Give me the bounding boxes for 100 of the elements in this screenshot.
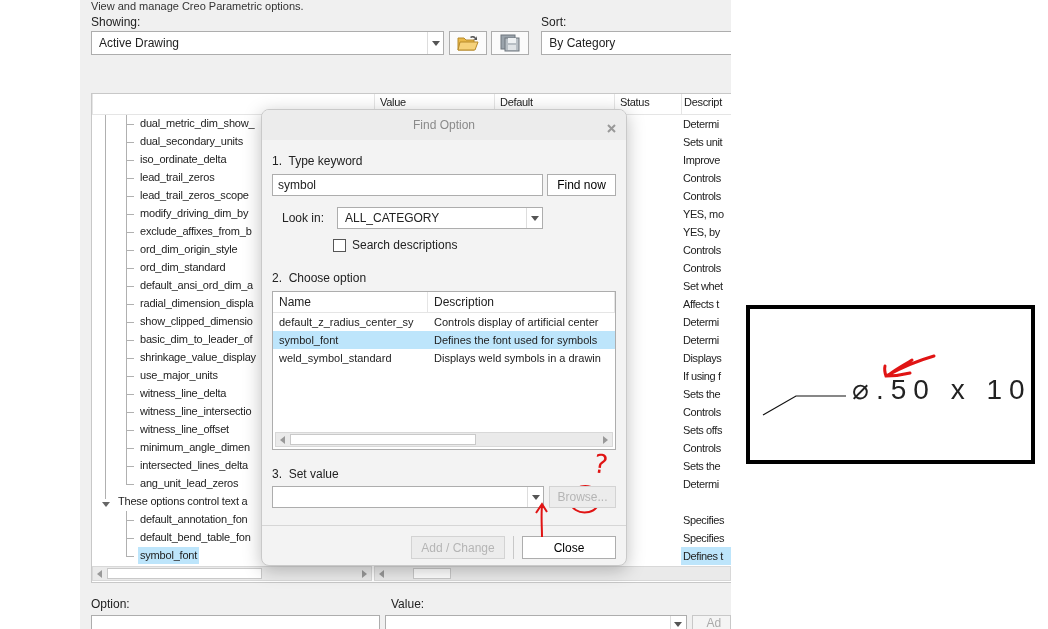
option-description: Determi bbox=[682, 333, 720, 349]
option-name[interactable]: lead_trail_zeros_scope bbox=[138, 187, 251, 205]
option-description: Controls bbox=[682, 405, 722, 421]
column-header[interactable]: Descript bbox=[681, 94, 731, 115]
option-name[interactable]: witness_line_intersectio bbox=[138, 403, 254, 421]
option-name[interactable]: dual_secondary_units bbox=[138, 133, 246, 151]
column-header[interactable]: Name bbox=[273, 292, 428, 312]
option-description: Controls bbox=[682, 441, 722, 457]
option-name[interactable]: default_ansi_ord_dim_a bbox=[138, 277, 256, 295]
option-name[interactable]: witness_line_delta bbox=[138, 385, 229, 403]
dimension-text: ⌀.50 x 10 bbox=[852, 375, 1032, 405]
option-name[interactable]: lead_trail_zeros bbox=[138, 169, 217, 187]
column-header[interactable]: Description bbox=[428, 292, 615, 312]
result-row[interactable]: weld_symbol_standard Displays weld symbols in a drawin bbox=[273, 349, 615, 367]
close-icon[interactable] bbox=[607, 124, 616, 134]
option-description: Improve bbox=[682, 153, 721, 169]
option-description: YES, mo bbox=[682, 207, 725, 223]
step-label: 1. Type keyword bbox=[272, 154, 364, 168]
scroll-left-icon[interactable] bbox=[97, 569, 102, 578]
caret-icon bbox=[530, 215, 539, 221]
checkbox-label[interactable]: Search descriptions bbox=[352, 236, 458, 254]
option-name[interactable]: minimum_angle_dimen bbox=[138, 439, 252, 457]
group-label[interactable]: These options control text a bbox=[118, 493, 248, 511]
option-name[interactable]: intersected_lines_delta bbox=[138, 457, 250, 475]
field-label: Option: bbox=[91, 597, 131, 611]
showing-dropdown[interactable]: Active Drawing bbox=[91, 31, 445, 55]
value-dropdown[interactable] bbox=[272, 486, 544, 508]
option-name[interactable]: shrinkage_value_display bbox=[138, 349, 258, 367]
option-input[interactable] bbox=[91, 615, 380, 629]
option-name[interactable]: ord_dim_standard bbox=[138, 259, 228, 277]
option-name[interactable]: ang_unit_lead_zeros bbox=[138, 475, 241, 493]
option-description: Controls bbox=[682, 261, 722, 277]
description-text: View and manage Creo Parametric options. bbox=[91, 0, 305, 13]
dialog-title: Find Option bbox=[412, 117, 475, 134]
option-name[interactable]: exclude_affixes_from_b bbox=[138, 223, 254, 241]
result-description: Defines the font used for symbols bbox=[433, 333, 599, 348]
option-description: Specifies bbox=[682, 531, 726, 546]
scroll-right-icon[interactable] bbox=[603, 435, 608, 444]
result-row[interactable]: symbol_font Defines the font used for symbols bbox=[273, 331, 615, 349]
option-description: Set whet bbox=[682, 279, 724, 295]
hand-drawn-arrow bbox=[535, 503, 548, 538]
sort-dropdown[interactable]: By Category bbox=[541, 31, 731, 55]
option-name[interactable]: show_clipped_dimensio bbox=[138, 313, 255, 331]
field-label: Showing: bbox=[91, 14, 142, 30]
option-description: Controls bbox=[682, 189, 722, 205]
option-name[interactable]: iso_ordinate_delta bbox=[138, 151, 229, 169]
horizontal-scrollbar[interactable] bbox=[275, 432, 613, 447]
option-name[interactable]: default_bend_table_fon bbox=[138, 529, 253, 546]
option-name[interactable]: modify_driving_dim_by bbox=[138, 205, 251, 223]
result-name: symbol_font bbox=[278, 333, 340, 348]
expander-icon[interactable] bbox=[102, 501, 110, 508]
caret-icon bbox=[531, 494, 540, 500]
step-label: 3. Set value bbox=[272, 467, 340, 481]
option-description: Controls bbox=[682, 243, 722, 259]
result-row[interactable]: default_z_radius_center_sy Controls display of artificial center bbox=[273, 313, 615, 331]
option-name[interactable]: symbol_font bbox=[138, 547, 200, 564]
option-description: Sets the bbox=[682, 459, 722, 475]
option-description: Affects t bbox=[682, 297, 721, 313]
result-description: Displays weld symbols in a drawin bbox=[433, 351, 602, 366]
save-button[interactable] bbox=[491, 31, 530, 55]
option-description: If using f bbox=[682, 369, 722, 385]
option-name[interactable]: ord_dim_origin_style bbox=[138, 241, 240, 259]
hand-drawn-arrow bbox=[883, 354, 936, 378]
field-label: Look in: bbox=[282, 210, 326, 227]
option-name[interactable]: witness_line_offset bbox=[138, 421, 231, 439]
field-label: Sort: bbox=[541, 14, 567, 30]
floppy-disk-icon bbox=[500, 34, 521, 52]
option-description: Determi bbox=[682, 117, 720, 133]
result-name: weld_symbol_standard bbox=[278, 351, 393, 366]
find-now-button[interactable]: Find now bbox=[547, 174, 616, 196]
option-description: Sets unit bbox=[682, 135, 724, 151]
option-name[interactable]: default_annotation_fon bbox=[138, 511, 250, 528]
option-description: Controls bbox=[682, 171, 722, 187]
look-in-dropdown[interactable]: ALL_CATEGORY bbox=[337, 207, 543, 229]
option-description: Specifies bbox=[682, 513, 726, 528]
option-description: Displays bbox=[682, 351, 723, 367]
scroll-left-icon[interactable] bbox=[378, 569, 384, 578]
keyword-input[interactable]: symbol bbox=[272, 174, 543, 196]
option-description: Defines t bbox=[681, 547, 731, 565]
option-name[interactable]: basic_dim_to_leader_of bbox=[138, 331, 255, 349]
open-button[interactable] bbox=[449, 31, 488, 55]
scroll-right-icon[interactable] bbox=[361, 569, 367, 578]
option-description: Sets offs bbox=[682, 423, 723, 439]
option-description: Determi bbox=[682, 315, 720, 331]
option-name[interactable]: use_major_units bbox=[138, 367, 220, 385]
scroll-left-icon[interactable] bbox=[280, 435, 285, 444]
scrollbar-thumb[interactable] bbox=[107, 568, 262, 579]
folder-icon bbox=[457, 34, 480, 52]
horizontal-scrollbar[interactable] bbox=[92, 566, 372, 581]
checkbox[interactable] bbox=[333, 238, 346, 252]
value-dropdown[interactable] bbox=[384, 615, 687, 629]
option-name[interactable]: dual_metric_dim_show_ bbox=[138, 115, 257, 133]
step-label: 2. Choose option bbox=[272, 271, 368, 285]
close-button[interactable]: Close bbox=[522, 536, 616, 559]
result-description: Controls display of artificial center bbox=[433, 315, 600, 330]
horizontal-scrollbar[interactable] bbox=[373, 566, 731, 581]
scrollbar-thumb[interactable] bbox=[290, 434, 476, 445]
option-description: Sets the bbox=[682, 387, 722, 403]
scrollbar-thumb[interactable] bbox=[412, 568, 451, 579]
option-name[interactable]: radial_dimension_displa bbox=[138, 295, 256, 313]
